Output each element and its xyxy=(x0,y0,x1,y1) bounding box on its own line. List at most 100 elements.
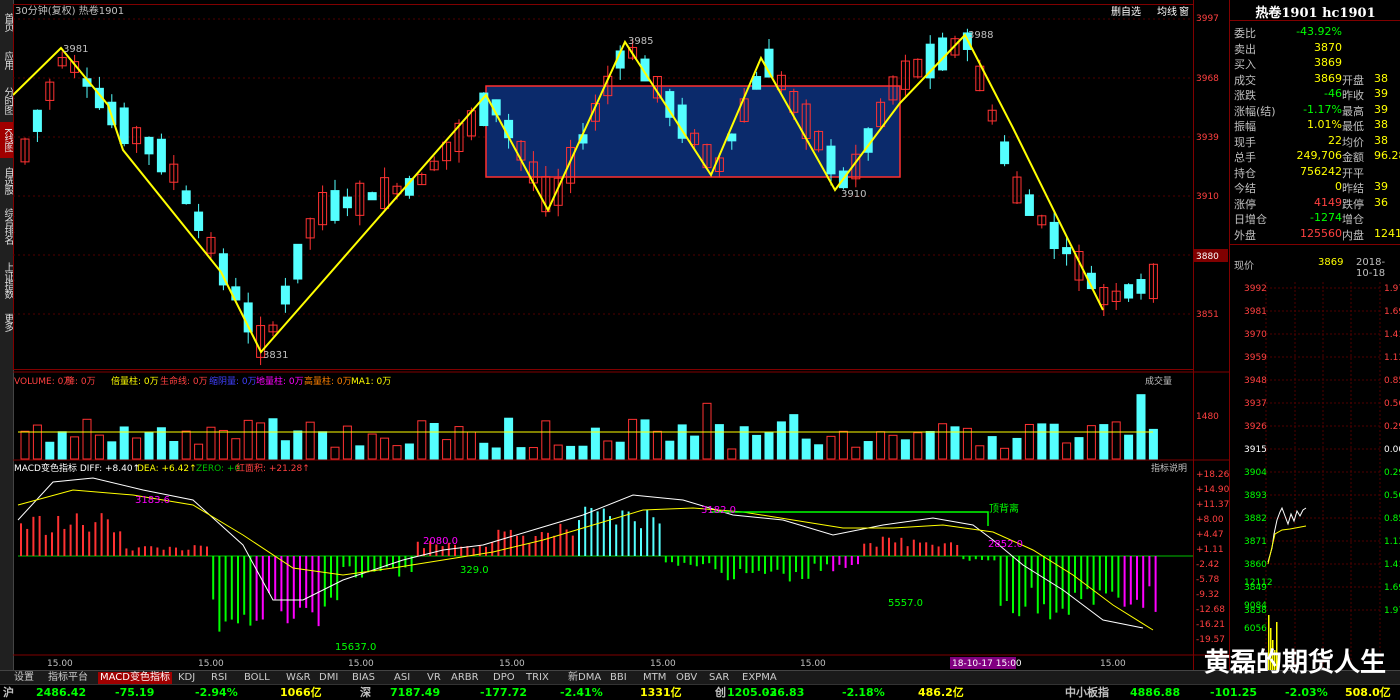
mini-tick-left: 3915 xyxy=(1244,445,1267,455)
volume-bar xyxy=(107,441,117,460)
quote-label: 总手 xyxy=(1234,151,1256,164)
annotation-low-1: 3831 xyxy=(263,350,288,361)
volume-bar xyxy=(144,431,154,460)
indicator-tab[interactable]: SAR xyxy=(707,672,731,684)
mini-tick-right: 1.13 xyxy=(1384,537,1400,547)
mini-tick-left: 3882 xyxy=(1244,514,1267,524)
indicator-help-button[interactable]: 指标说明 xyxy=(1151,462,1187,474)
quote-value-2: 39 xyxy=(1374,102,1388,116)
indicator-tab[interactable]: MTM xyxy=(641,672,668,684)
volume-bars xyxy=(20,394,1158,460)
candle-body xyxy=(194,211,204,231)
mini-price: 3869 xyxy=(1318,257,1344,268)
candle-body xyxy=(826,145,836,175)
indicator-tab[interactable]: BIAS xyxy=(350,672,377,684)
indicator-tab[interactable]: ASI xyxy=(392,672,412,684)
indicator-tab[interactable]: MACD变色指标 xyxy=(98,672,172,684)
volume-bar xyxy=(702,402,712,460)
volume-bar xyxy=(181,430,191,460)
nav-timeshare[interactable]: 分时图 xyxy=(0,82,13,118)
candle-body xyxy=(342,196,352,209)
volume-bar xyxy=(566,445,576,460)
status-item: -75.19 xyxy=(115,686,155,699)
quote-value: -1.17% xyxy=(1303,102,1342,116)
indicator-tab[interactable]: 设置 xyxy=(12,672,36,684)
annotation-high-2: 3985 xyxy=(628,36,653,47)
ma-button[interactable]: 均线 xyxy=(1157,5,1177,18)
indicator-tab[interactable]: DPO xyxy=(491,672,517,684)
volume-dropdown[interactable]: 成交量 xyxy=(1145,375,1172,387)
mini-tick-right: 1.41 xyxy=(1384,330,1400,340)
volume-bar xyxy=(392,445,402,460)
volume-bar xyxy=(268,418,278,460)
quote-value-2: 96.28 xyxy=(1374,149,1400,162)
macd-tick: -9.32 xyxy=(1196,590,1219,600)
indicator-tab[interactable]: OBV xyxy=(674,672,699,684)
macd-label: 15637.0 xyxy=(335,642,376,653)
volume-bar xyxy=(417,420,427,460)
volume-bar xyxy=(1074,437,1084,460)
indicator-tab[interactable]: DMI xyxy=(317,672,340,684)
quote-value: 3869 xyxy=(1314,71,1342,85)
volume-legend-item: MA1: 0万 xyxy=(351,377,391,387)
volume-bar xyxy=(962,427,972,460)
mini-tick-right: 0.85 xyxy=(1384,514,1400,524)
macd-legend-item: DEA: +6.42↑ xyxy=(137,464,197,474)
volume-bar xyxy=(330,446,340,460)
status-item: 深 xyxy=(360,686,371,699)
quote-row: 委比 -43.92% xyxy=(1234,25,1400,40)
indicator-tab[interactable]: VR xyxy=(425,672,443,684)
time-tick: 15.00 xyxy=(198,659,224,669)
self-select-button[interactable]: 删自选 xyxy=(1111,5,1141,18)
volume-bar xyxy=(367,433,377,460)
mini-tick-right: 1.97 xyxy=(1384,606,1400,616)
indicator-tab[interactable]: KDJ xyxy=(176,672,197,684)
mini-tick-left: 9084 xyxy=(1244,601,1267,611)
volume-bar xyxy=(404,443,414,460)
kline-chart-area[interactable]: 3981 3831 3985 3910 3988 30分钟(复权) 热卷1901… xyxy=(13,0,1229,670)
mini-tick-right: 0.29 xyxy=(1384,468,1400,478)
window-button[interactable]: 窗 xyxy=(1179,5,1189,18)
indicator-tab[interactable]: TRIX xyxy=(524,672,551,684)
indicator-tab[interactable]: ARBR xyxy=(449,672,481,684)
quote-label: 持仓 xyxy=(1234,166,1256,180)
volume-bar xyxy=(194,443,204,460)
mini-tick-right: 0.00 xyxy=(1384,445,1400,455)
nav-sh-index[interactable]: 上证指数 xyxy=(0,256,13,304)
indicator-tab[interactable]: BBI xyxy=(608,672,629,684)
price-tick: 3910 xyxy=(1196,192,1219,202)
volume-bar xyxy=(442,439,452,460)
quote-value: 125560 xyxy=(1300,226,1342,240)
volume-bar xyxy=(888,434,898,460)
indicator-tab[interactable]: BOLL xyxy=(242,672,272,684)
volume-bar xyxy=(652,430,662,460)
nav-watchlist[interactable]: 自选股 xyxy=(0,162,13,198)
volume-tick: 1480 xyxy=(1196,412,1219,422)
candle-body xyxy=(367,192,377,201)
nav-home[interactable]: 首页 xyxy=(0,8,13,36)
indicator-tab[interactable]: 新DMA xyxy=(566,672,603,684)
status-item: 1331亿 xyxy=(640,686,682,699)
volume-bar xyxy=(727,448,737,460)
volume-bar xyxy=(355,445,365,460)
mini-tick-right: 0.56 xyxy=(1384,399,1400,409)
macd-legend-item: 红面积: +21.28↑ xyxy=(236,462,310,474)
volume-bar xyxy=(776,421,786,460)
nav-apps[interactable]: 应用 xyxy=(0,44,13,76)
indicator-tab[interactable]: RSI xyxy=(209,672,229,684)
nav-more[interactable]: 更多 xyxy=(0,308,13,336)
indicator-tab[interactable]: W&R xyxy=(284,672,313,684)
price-axis: 3997 3968 3939 3910 3851 xyxy=(1196,14,1219,320)
nav-kline[interactable]: K线图 xyxy=(0,122,13,158)
volume-bar xyxy=(987,436,997,460)
volume-bar xyxy=(466,431,476,460)
mini-tick-right: 1.13 xyxy=(1384,353,1400,363)
nav-ranking[interactable]: 综合排名 xyxy=(0,202,13,250)
candle-body xyxy=(156,138,166,173)
volume-bar xyxy=(801,438,811,460)
quote-label: 外盘 xyxy=(1234,228,1256,242)
indicator-tab[interactable]: 指标平台 xyxy=(46,672,90,684)
candle-body xyxy=(938,37,948,71)
quote-row: 今结 0 昨结 39 xyxy=(1234,180,1400,195)
indicator-tab[interactable]: EXPMA xyxy=(740,672,779,684)
